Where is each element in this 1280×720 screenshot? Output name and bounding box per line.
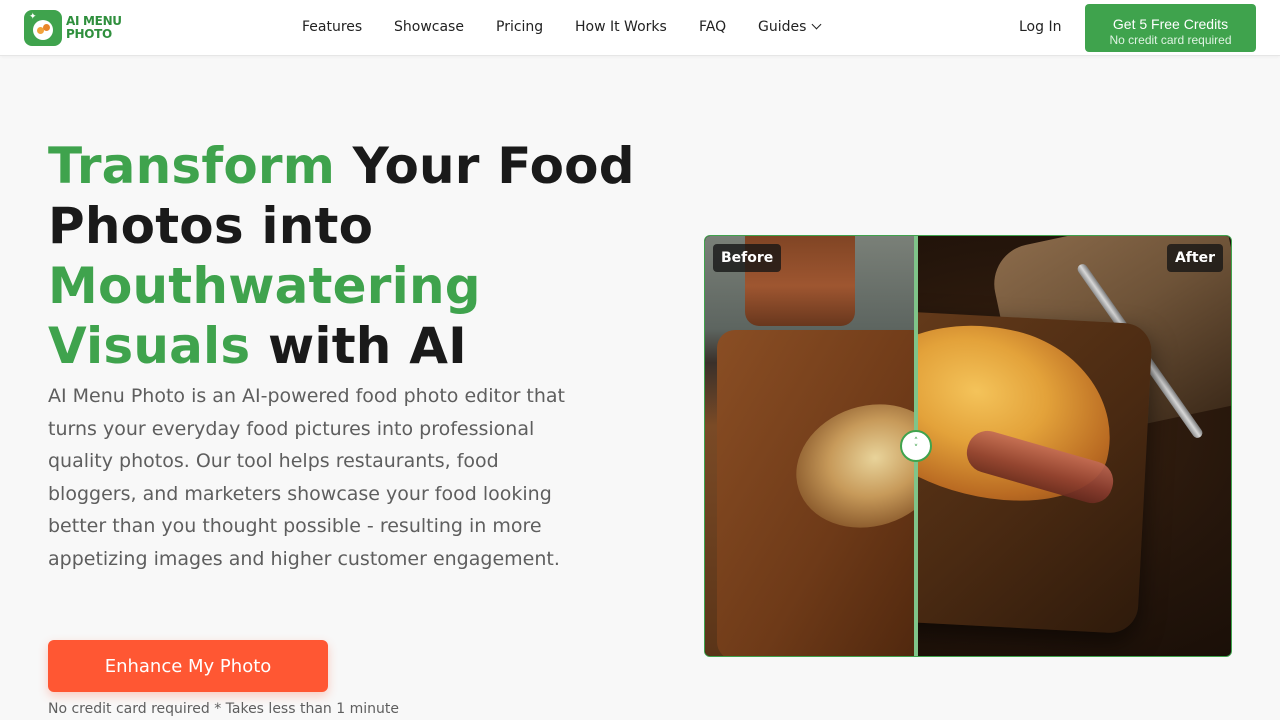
- headline-highlight-1: Transform: [48, 137, 336, 195]
- headline-text-2: with AI: [250, 317, 467, 375]
- nav-guides-dropdown[interactable]: Guides: [758, 19, 822, 35]
- site-header: ✦ AI MENU PHOTO Features Showcase Pricin…: [0, 0, 1280, 56]
- nav-how-it-works[interactable]: How It Works: [575, 19, 667, 35]
- cta-subtitle: No credit card required: [1109, 32, 1232, 47]
- nav-guides-label: Guides: [758, 19, 807, 35]
- after-label: After: [1166, 244, 1223, 272]
- logo-text-line2: PHOTO: [66, 27, 112, 41]
- nav-faq[interactable]: FAQ: [699, 19, 726, 35]
- plate-logo-icon: ✦: [24, 10, 62, 46]
- nav-showcase[interactable]: Showcase: [394, 19, 464, 35]
- drag-handle-icon[interactable]: ˄ ˅: [900, 430, 932, 462]
- nav-pricing[interactable]: Pricing: [496, 19, 543, 35]
- before-photo: [705, 236, 915, 656]
- logo-text: AI MENU PHOTO: [66, 15, 122, 41]
- get-free-credits-button[interactable]: Get 5 Free Credits No credit card requir…: [1085, 4, 1256, 52]
- nav-features[interactable]: Features: [302, 19, 362, 35]
- cta-title: Get 5 Free Credits: [1112, 15, 1229, 32]
- logo[interactable]: ✦ AI MENU PHOTO: [24, 10, 122, 46]
- login-link[interactable]: Log In: [1019, 19, 1061, 35]
- chevron-down-icon: [811, 19, 822, 30]
- before-after-comparison[interactable]: ˄ ˅ Before After: [704, 235, 1232, 657]
- hero-description: AI Menu Photo is an AI-powered food phot…: [48, 385, 565, 570]
- hero-note: No credit card required * Takes less tha…: [48, 701, 399, 717]
- enhance-photo-button[interactable]: Enhance My Photo: [48, 640, 328, 692]
- before-label: Before: [713, 244, 782, 272]
- hero-headline: Transform Your Food Photos into Mouthwat…: [48, 136, 648, 376]
